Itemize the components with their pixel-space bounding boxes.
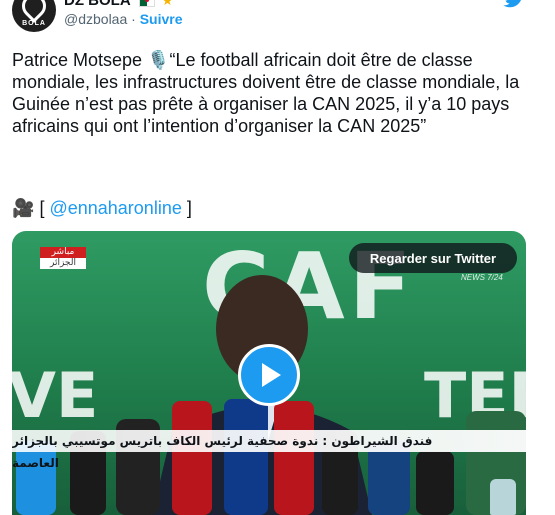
- follow-button[interactable]: Suivre: [140, 11, 183, 27]
- author-info: DZ BOLA ★ @dzbolaa · Suivre: [64, 0, 183, 27]
- algeria-flag-icon: [139, 0, 156, 7]
- display-name[interactable]: DZ BOLA: [64, 0, 131, 9]
- avatar[interactable]: BOLA: [12, 0, 56, 32]
- news-channel-tag: NEWS 7/24: [461, 273, 503, 282]
- star-icon: ★: [161, 0, 174, 8]
- handle[interactable]: @dzbolaa: [64, 11, 127, 27]
- play-button[interactable]: [238, 344, 300, 406]
- water-bottle: [490, 479, 516, 515]
- watch-on-twitter-button[interactable]: Regarder sur Twitter: [349, 243, 517, 273]
- bracket-open: [: [39, 198, 45, 218]
- video-camera-icon: 🎥: [12, 198, 35, 218]
- mention-link[interactable]: @ennaharonline: [49, 198, 181, 218]
- handle-row: @dzbolaa · Suivre: [64, 11, 183, 27]
- live-badge: مباشر الجزائر: [40, 247, 86, 269]
- live-badge-bottom: الجزائر: [40, 258, 86, 269]
- separator: ·: [131, 11, 136, 27]
- bracket-close: ]: [186, 198, 192, 218]
- live-badge-top: مباشر: [40, 247, 86, 258]
- news-caption: فندق الشيراطون : ندوة صحفية لرئيس الكاف …: [12, 430, 526, 470]
- play-icon: [262, 363, 281, 387]
- tweet-text: Patrice Motsepe 🎙️“Le football africain …: [12, 50, 520, 136]
- video-player[interactable]: CAF VE TER مباشر الجزائر فندق الشيراطون …: [12, 231, 526, 515]
- tweet-header: BOLA DZ BOLA ★ @dzbolaa · Suivre: [12, 0, 543, 36]
- source-line: 🎥 [ @ennaharonline ]: [12, 197, 192, 219]
- twitter-bird-icon[interactable]: [503, 0, 525, 8]
